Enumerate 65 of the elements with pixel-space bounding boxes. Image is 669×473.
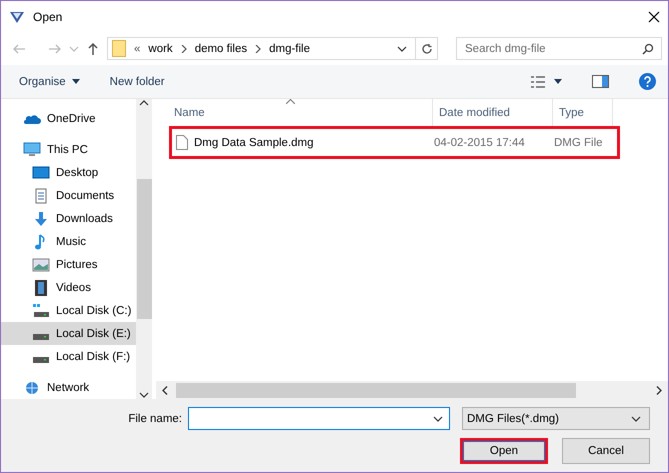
caret-icon[interactable] bbox=[554, 79, 562, 84]
preview-pane-icon[interactable] bbox=[592, 75, 609, 88]
address-bar[interactable]: « work demo files dmg-file bbox=[107, 37, 438, 60]
chevron-icon[interactable] bbox=[180, 44, 187, 52]
sidebar-item[interactable]: Videos bbox=[1, 276, 136, 299]
date-cell-text: 04-02-2015 17:44 bbox=[434, 136, 526, 148]
file-name-label: File name: bbox=[128, 412, 182, 424]
sidebar-item[interactable]: Music bbox=[1, 230, 136, 253]
search-icon[interactable] bbox=[642, 43, 654, 55]
breadcrumb[interactable]: demo files bbox=[194, 42, 248, 54]
disk-drive-icon bbox=[32, 356, 50, 362]
folder-icon bbox=[112, 40, 126, 57]
system-disk-icon bbox=[32, 302, 50, 318]
scroll-up-icon[interactable] bbox=[139, 99, 149, 107]
caret-icon[interactable] bbox=[631, 414, 641, 422]
sidebar-item[interactable]: Pictures bbox=[1, 253, 136, 276]
caret-icon bbox=[72, 79, 80, 84]
dropdown-caret-icon[interactable] bbox=[433, 414, 443, 422]
scroll-left-icon[interactable] bbox=[162, 386, 168, 394]
horizontal-scrollbar[interactable] bbox=[156, 381, 668, 399]
column-header[interactable]: Type bbox=[553, 99, 613, 126]
down-arrow-icon bbox=[32, 210, 50, 226]
sidebar-item[interactable]: Local Disk (F:) bbox=[1, 345, 136, 368]
overflow-chevron[interactable]: « bbox=[134, 42, 140, 54]
refresh-icon[interactable] bbox=[420, 42, 432, 54]
file-icon bbox=[176, 135, 188, 150]
toolbar-button[interactable]: Organise bbox=[19, 76, 80, 88]
chevron-icon[interactable] bbox=[255, 44, 262, 52]
app-logo-icon bbox=[9, 10, 25, 24]
sidebar-item[interactable]: This PC bbox=[1, 138, 136, 161]
sidebar-item[interactable]: Network bbox=[1, 376, 136, 399]
dialog-button[interactable]: Cancel bbox=[562, 438, 650, 464]
column-header[interactable]: Name bbox=[168, 99, 433, 126]
vertical-scrollbar[interactable] bbox=[136, 99, 152, 399]
breadcrumb[interactable]: dmg-file bbox=[269, 42, 310, 54]
sort-caret-icon bbox=[286, 99, 295, 104]
sidebar-item[interactable]: Local Disk (E:) bbox=[1, 322, 136, 345]
scroll-right-icon[interactable] bbox=[656, 386, 662, 394]
sidebar-item[interactable]: Downloads bbox=[1, 207, 136, 230]
file-name-field[interactable] bbox=[188, 407, 450, 430]
file-name: Dmg Data Sample.dmg bbox=[194, 136, 314, 148]
type-cell-text: DMG File bbox=[554, 136, 604, 148]
dropdown-caret-icon[interactable] bbox=[397, 44, 407, 52]
column-header[interactable]: Date modified bbox=[433, 99, 553, 126]
desktop-icon bbox=[32, 164, 50, 180]
scroll-down-icon[interactable] bbox=[139, 391, 149, 399]
file-type-dropdown[interactable]: DMG Files(*.dmg) bbox=[462, 407, 650, 430]
toolbar-button[interactable]: New folder bbox=[110, 76, 165, 88]
computer-icon bbox=[23, 142, 41, 158]
window-title: Open bbox=[33, 10, 64, 24]
picture-icon bbox=[32, 256, 50, 272]
sidebar-item[interactable]: Local Disk (C:) bbox=[1, 299, 136, 322]
dialog-button[interactable]: Open bbox=[460, 438, 548, 464]
view-list-icon[interactable] bbox=[530, 74, 546, 88]
film-icon bbox=[32, 280, 50, 296]
breadcrumb[interactable]: work bbox=[148, 42, 173, 54]
sidebar-item[interactable]: OneDrive bbox=[1, 107, 136, 130]
close-icon[interactable] bbox=[648, 10, 660, 22]
sidebar-item[interactable]: Documents bbox=[1, 184, 136, 207]
file-row[interactable]: Dmg Data Sample.dmg 04-02-2015 17:44 DMG File bbox=[169, 126, 620, 159]
network-icon bbox=[23, 380, 41, 396]
help-icon[interactable] bbox=[639, 73, 656, 90]
disk-drive-icon bbox=[32, 334, 50, 340]
search-field[interactable]: Search dmg-file bbox=[456, 37, 662, 60]
sidebar-item[interactable]: Desktop bbox=[1, 161, 136, 184]
